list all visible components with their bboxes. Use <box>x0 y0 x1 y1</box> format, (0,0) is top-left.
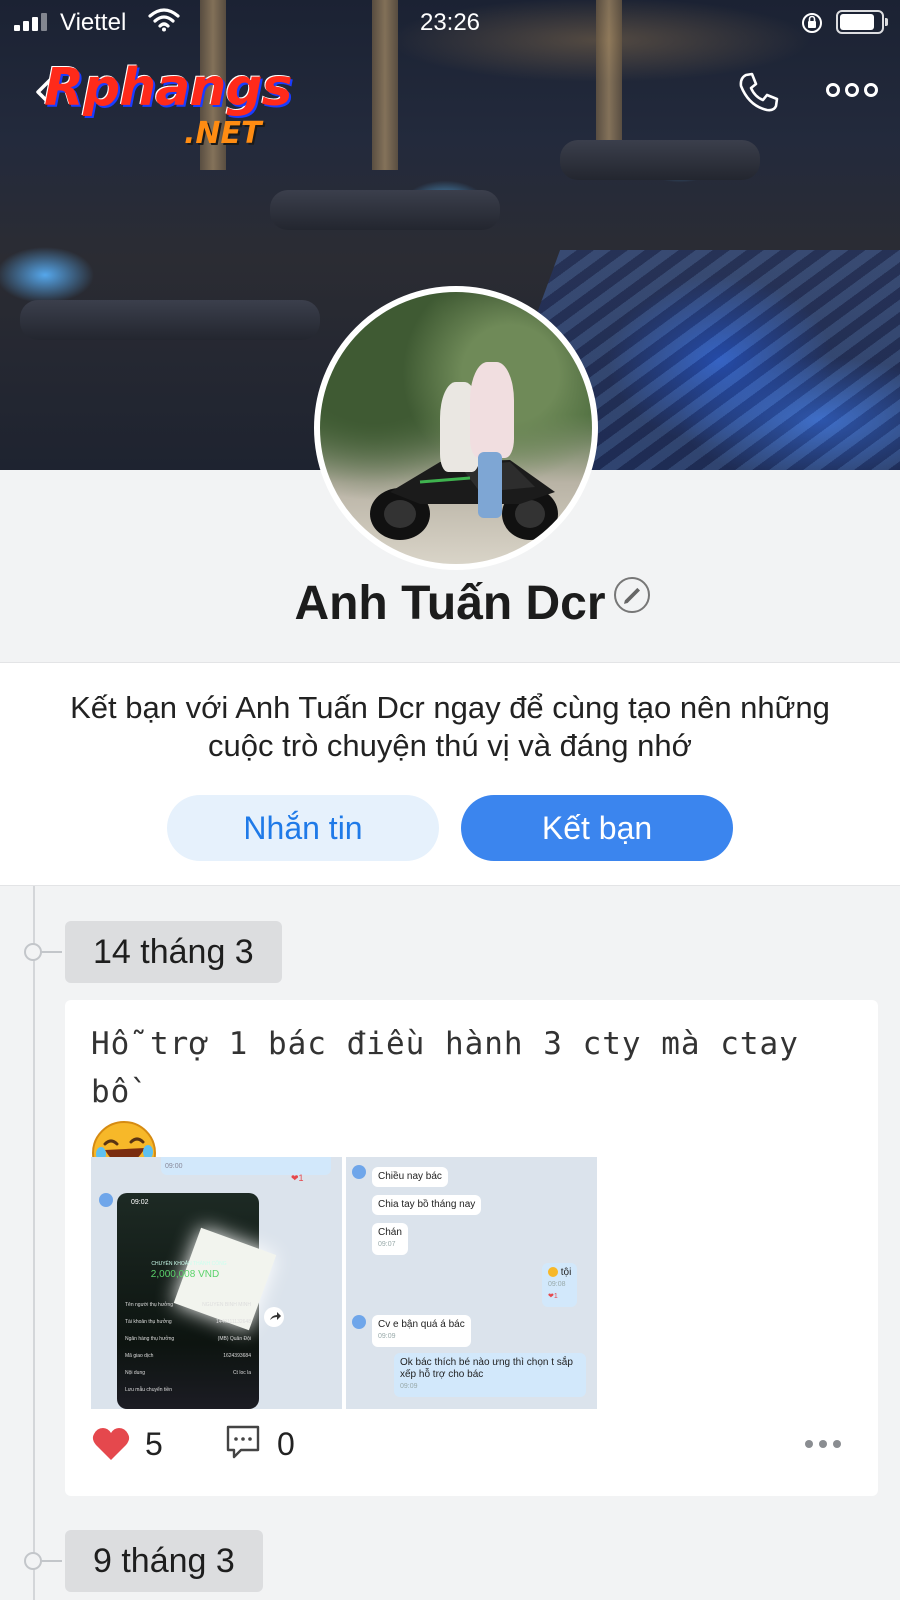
profile-avatar[interactable] <box>314 286 598 570</box>
comment-icon[interactable] <box>225 1424 261 1460</box>
chat-bubble-own: Ok bác thích bé nào ưng thì chọn t sắp x… <box>394 1353 586 1397</box>
heart-icon[interactable] <box>91 1426 131 1462</box>
post-caption-text: Hỗ trợ 1 bác điều hành 3 cty mà ctay bồ <box>91 1026 799 1110</box>
profile-name: Anh Tuấn Dcr <box>294 577 606 630</box>
chat-bubble: Chiều nay bác <box>372 1167 448 1187</box>
battery-icon <box>836 10 888 34</box>
chat-bubble: Cv e bận quá á bác 09:09 <box>372 1315 471 1347</box>
detail-row: Nội dung Ct loc la <box>125 1370 251 1376</box>
timeline-dot <box>24 943 62 961</box>
photo1-reaction: ❤1 <box>291 1173 304 1183</box>
status-bar: Viettel 23:26 <box>0 0 900 44</box>
passenger-legs <box>478 452 502 518</box>
photo1-time: 09:00 <box>165 1163 183 1170</box>
transfer-details: Tên người thụ hưởng NGUYEN BINH MINH Tài … <box>125 1297 251 1399</box>
add-friend-button[interactable]: Kết bạn <box>461 795 733 861</box>
detail-row: Tài khoản thụ hưởng 1440111132648 <box>125 1319 251 1325</box>
watermark-logo: Rphangs .NET <box>44 58 314 158</box>
friend-request-card: Kết bạn với Anh Tuấn Dcr ngay để cùng tạ… <box>0 662 900 886</box>
chat-bubble: Chia tay bồ tháng nay <box>372 1195 482 1215</box>
chat-bubble-own: tội 09:08 ❤1 <box>542 1263 578 1307</box>
post-options-button[interactable] <box>805 1440 841 1448</box>
pencil-icon <box>624 587 640 604</box>
transfer-amount: 2,000,008 VND <box>150 1269 220 1280</box>
post-photo-1[interactable]: 09:00 ❤1 09:02 CHUYỂN KHOẢN THÀNH CÔNG 2… <box>91 1157 342 1409</box>
comment-count: 0 <box>277 1426 295 1462</box>
date-chip: 9 tháng 3 <box>65 1530 263 1592</box>
detail-row: Lưu mẫu chuyển tiền <box>125 1387 172 1393</box>
sender-avatar <box>352 1165 366 1179</box>
message-button[interactable]: Nhắn tin <box>167 795 439 861</box>
dot-icon <box>805 1440 813 1448</box>
phone-screenshot: 09:02 CHUYỂN KHOẢN THÀNH CÔNG 2,000,008 … <box>117 1193 277 1409</box>
chat-bubble: 09:00 <box>161 1157 331 1175</box>
sender-avatar <box>99 1193 113 1207</box>
phone-icon <box>739 72 779 112</box>
rotation-lock-icon <box>802 13 822 33</box>
call-button[interactable] <box>736 70 780 114</box>
phone-time: 09:02 <box>131 1199 149 1206</box>
detail-row: Ngân hàng thụ hưởng (MB) Quân Đội <box>125 1336 251 1342</box>
transfer-status: CHUYỂN KHOẢN THÀNH CÔNG <box>151 1261 227 1267</box>
detail-row: Mã giao dịch 1624393684 <box>125 1353 251 1359</box>
post-actions: 5 0 <box>91 1424 851 1464</box>
watermark-main: Rphangs <box>44 58 293 118</box>
feed-post[interactable]: Hỗ trợ 1 bác điều hành 3 cty mà ctay bồ … <box>65 1000 878 1496</box>
more-button[interactable] <box>826 80 878 100</box>
cover-sofa <box>20 300 320 340</box>
edit-name-button[interactable] <box>614 577 650 613</box>
date-chip: 14 tháng 3 <box>65 921 282 983</box>
timeline-line <box>33 886 35 1600</box>
dot-icon <box>845 83 859 97</box>
emoji-icon <box>548 1267 558 1278</box>
sender-avatar <box>352 1315 366 1329</box>
dot-icon <box>826 83 840 97</box>
friend-prompt-text: Kết bạn với Anh Tuấn Dcr ngay để cùng tạ… <box>70 690 830 763</box>
post-photo-2[interactable]: Chiều nay bác Chia tay bồ tháng nay Chán… <box>346 1157 597 1409</box>
detail-row: Tên người thụ hưởng NGUYEN BINH MINH <box>125 1302 251 1308</box>
dot-icon <box>833 1440 841 1448</box>
cover-sofa <box>270 190 500 230</box>
post-photos[interactable]: 09:00 ❤1 09:02 CHUYỂN KHOẢN THÀNH CÔNG 2… <box>91 1157 597 1409</box>
like-count: 5 <box>145 1426 163 1462</box>
cover-sofa <box>560 140 760 180</box>
dot-icon <box>864 83 878 97</box>
forward-icon <box>264 1307 284 1327</box>
timeline-dot <box>24 1552 62 1570</box>
dot-icon <box>819 1440 827 1448</box>
watermark-sub: .NET <box>184 116 262 151</box>
passenger-figure <box>470 362 514 458</box>
clock: 23:26 <box>419 9 481 36</box>
chat-bubble: Chán 09:07 <box>372 1223 408 1255</box>
